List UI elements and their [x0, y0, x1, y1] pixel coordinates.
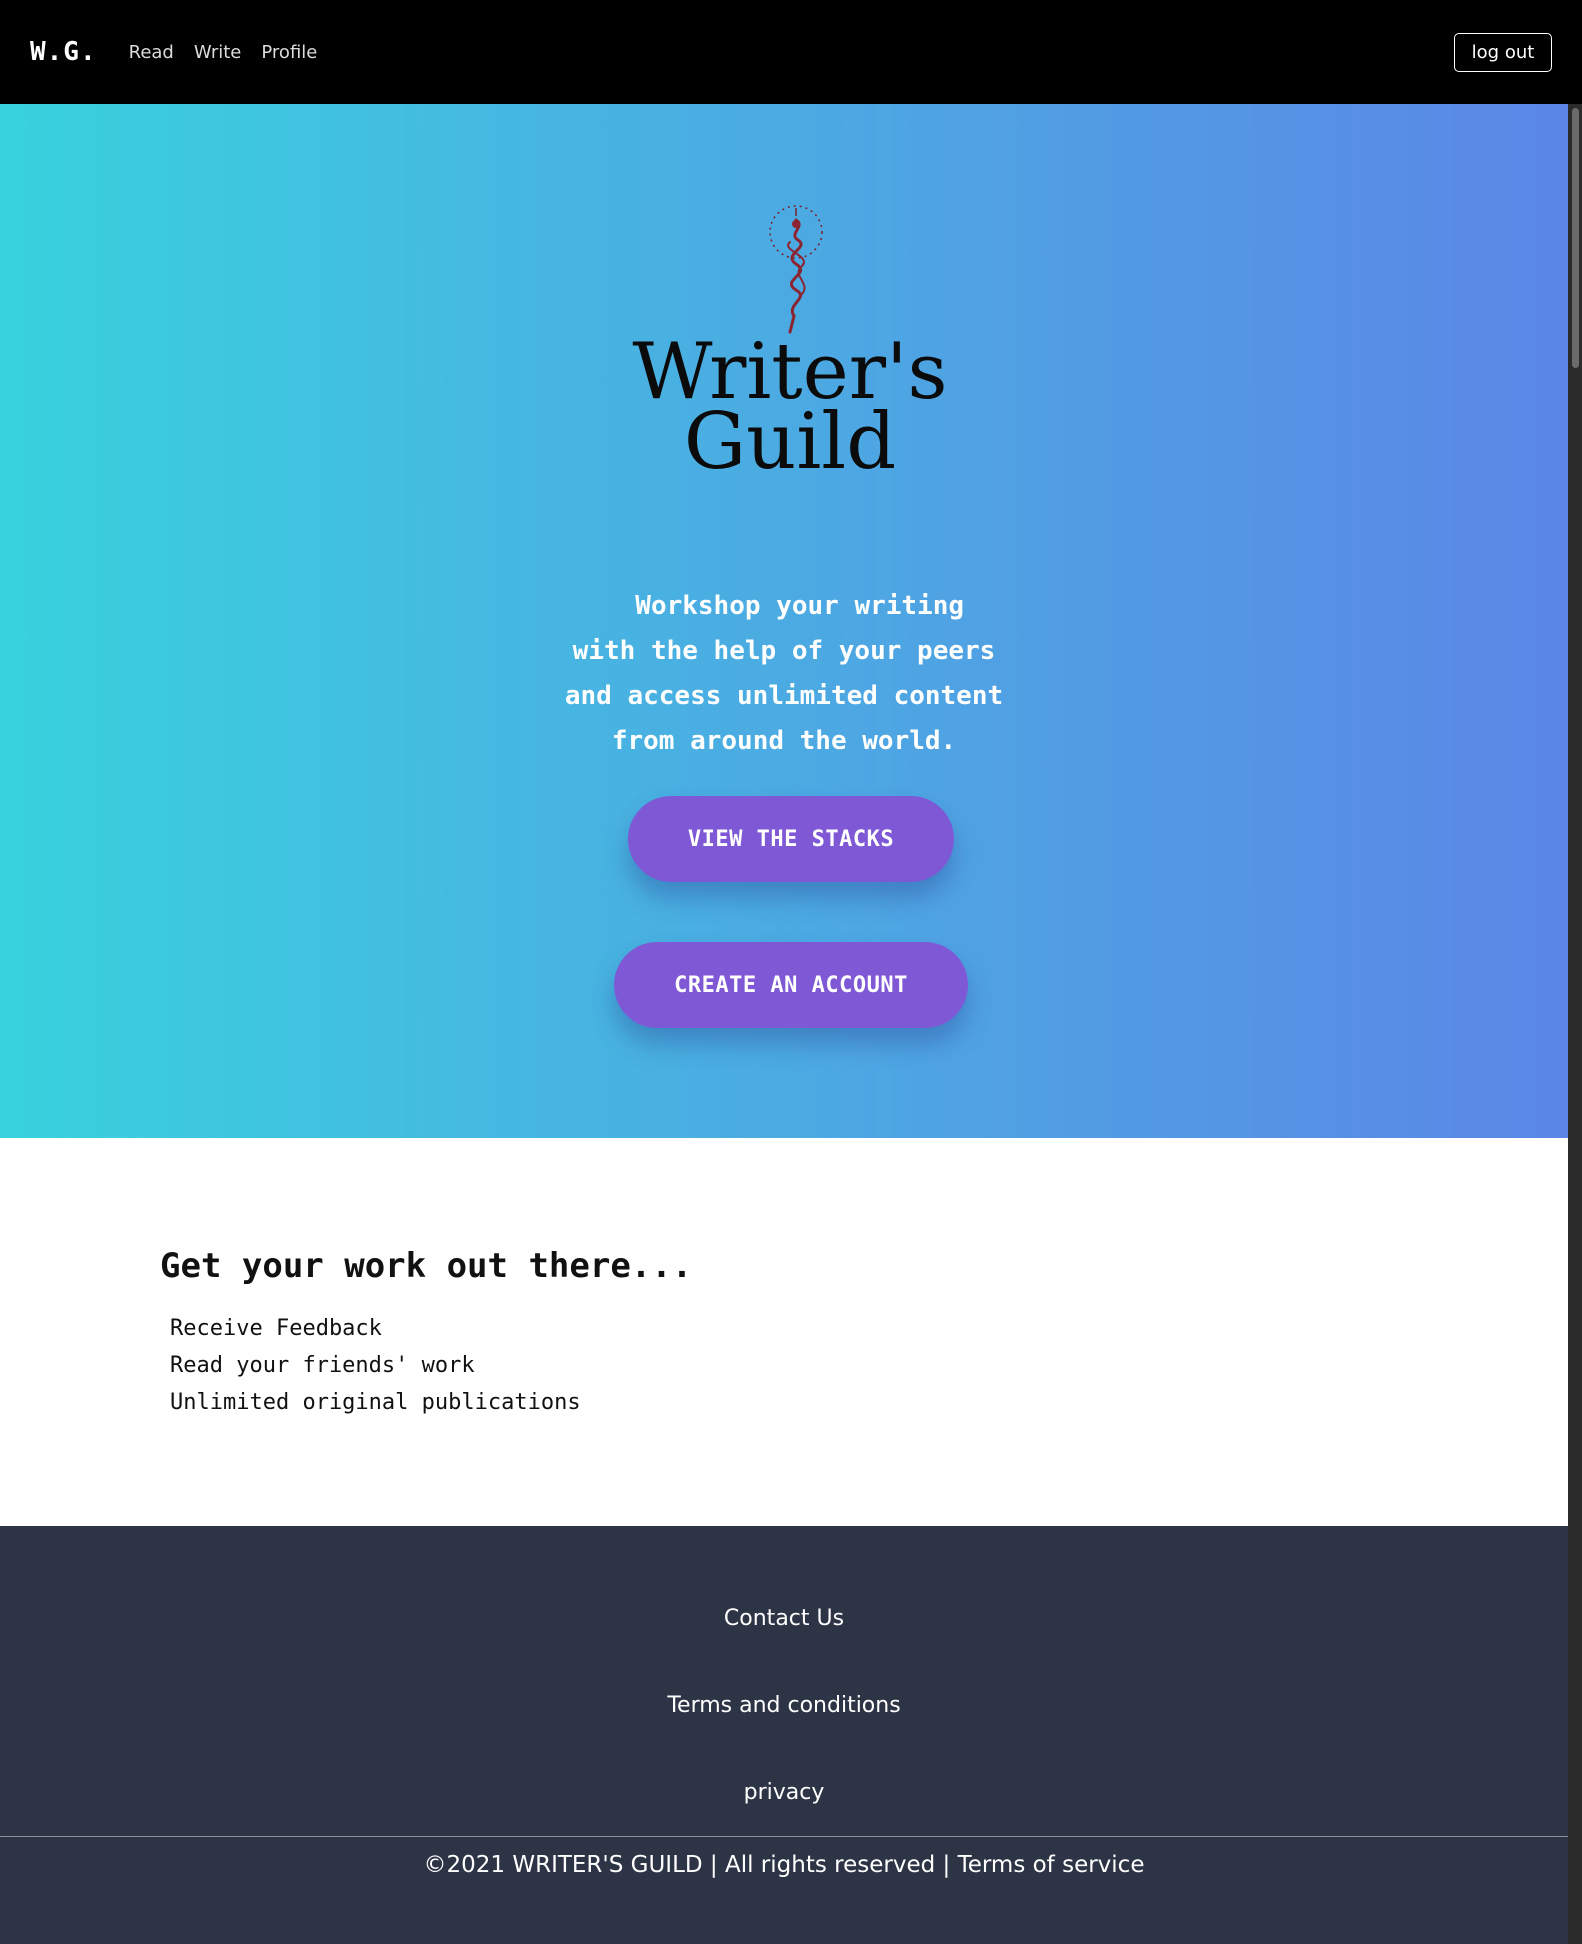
scrollbar-thumb[interactable]: [1572, 108, 1579, 368]
tagline-line: and access unlimited content: [564, 681, 1004, 711]
privacy-link[interactable]: privacy: [0, 1780, 1568, 1805]
tagline-line: with the help of your peers: [572, 636, 996, 666]
view-stacks-button[interactable]: VIEW THE STACKS: [628, 796, 954, 882]
page-scrollbar[interactable]: [1568, 104, 1582, 1944]
features-section: Get your work out there... Receive Feedb…: [0, 1138, 1568, 1526]
nav-link-write[interactable]: Write: [194, 42, 242, 63]
footer-divider: [0, 1836, 1568, 1837]
create-account-button[interactable]: CREATE AN ACCOUNT: [614, 942, 968, 1028]
features-title: Get your work out there...: [160, 1246, 693, 1286]
terms-and-conditions-link[interactable]: Terms and conditions: [0, 1693, 1568, 1718]
nav-links: Read Write Profile: [129, 42, 338, 63]
top-navbar: W.G. Read Write Profile log out: [0, 0, 1582, 104]
contact-us-link[interactable]: Contact Us: [0, 1606, 1568, 1631]
tagline-line: Workshop your writing: [603, 591, 965, 621]
nav-link-profile[interactable]: Profile: [261, 42, 317, 63]
brand-logo[interactable]: W.G.: [30, 37, 97, 67]
list-item: Receive Feedback: [170, 1316, 382, 1341]
list-item: Read your friends' work: [170, 1353, 475, 1378]
hero-section: Writer's Guild Workshop your writing wit…: [0, 104, 1568, 1138]
tagline-line: from around the world.: [611, 726, 957, 756]
hero-tagline: Workshop your writing with the help of y…: [0, 584, 1568, 764]
writers-guild-logo: Writer's Guild: [630, 204, 950, 504]
list-item: Unlimited original publications: [170, 1390, 581, 1415]
features-list: Receive Feedback Read your friends' work…: [170, 1310, 581, 1421]
nav-link-read[interactable]: Read: [129, 42, 174, 63]
serpent-emblem-icon: [769, 205, 823, 334]
logo-word-guild: Guild: [683, 397, 897, 487]
page-footer: Contact Us Terms and conditions privacy …: [0, 1526, 1568, 1944]
copyright-text: ©2021 WRITER'S GUILD | All rights reserv…: [423, 1852, 1145, 1878]
logout-button[interactable]: log out: [1454, 33, 1552, 72]
